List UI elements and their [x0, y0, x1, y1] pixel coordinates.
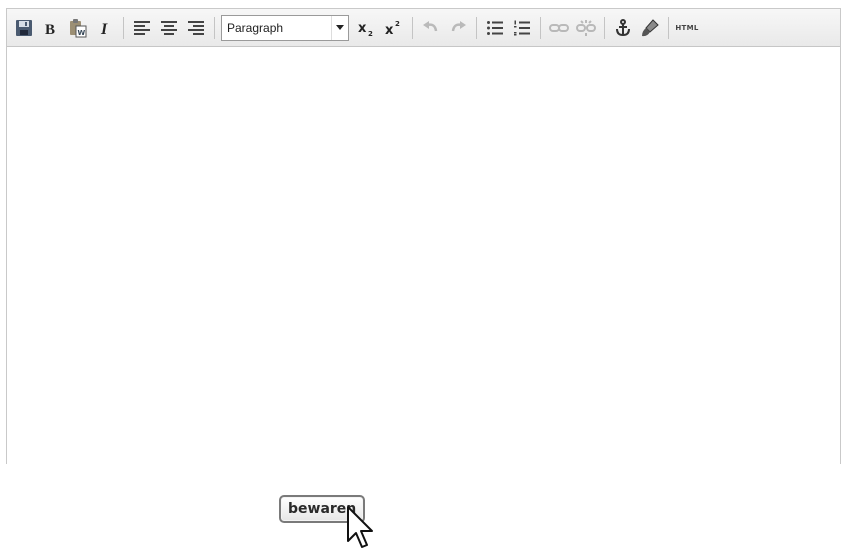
save-button[interactable]: bewaren — [279, 495, 366, 523]
toolbar-separator — [476, 16, 477, 39]
toolbar-separator — [123, 16, 124, 39]
align-left-icon[interactable] — [130, 16, 154, 40]
unlink-icon[interactable] — [574, 16, 598, 40]
cleanup-brush-icon[interactable] — [638, 16, 662, 40]
rich-text-editor: B W I Paragraph x2 x2 HTML — [6, 8, 841, 465]
svg-text:I: I — [100, 21, 108, 37]
undo-icon[interactable] — [419, 16, 443, 40]
link-icon[interactable] — [547, 16, 571, 40]
chevron-down-icon[interactable] — [331, 15, 348, 40]
superscript-icon[interactable]: x2 — [382, 16, 406, 40]
toolbar-separator — [540, 16, 541, 39]
numbered-list-icon[interactable] — [510, 16, 534, 40]
svg-text:2: 2 — [395, 20, 400, 28]
italic-icon[interactable]: I — [93, 16, 117, 40]
toolbar-separator — [412, 16, 413, 39]
align-right-icon[interactable] — [184, 16, 208, 40]
svg-text:W: W — [78, 29, 86, 37]
editor-toolbar: B W I Paragraph x2 x2 HTML — [7, 9, 840, 47]
toolbar-separator — [604, 16, 605, 39]
anchor-icon[interactable] — [611, 16, 635, 40]
svg-text:2: 2 — [368, 30, 373, 37]
svg-text:x: x — [358, 21, 367, 36]
format-select[interactable]: Paragraph — [221, 14, 349, 41]
paste-from-word-icon[interactable]: W — [66, 16, 90, 40]
save-icon[interactable] — [12, 16, 36, 40]
svg-text:B: B — [45, 22, 55, 37]
svg-text:x: x — [385, 23, 394, 37]
align-center-icon[interactable] — [157, 16, 181, 40]
bold-icon[interactable]: B — [39, 16, 63, 40]
save-button-label: bewaren — [288, 501, 357, 517]
editor-content-area[interactable] — [7, 47, 840, 465]
html-source-icon[interactable]: HTML — [675, 16, 699, 40]
redo-icon[interactable] — [446, 16, 470, 40]
subscript-icon[interactable]: x2 — [355, 16, 379, 40]
html-button-label: HTML — [675, 23, 699, 32]
format-select-value: Paragraph — [227, 20, 284, 35]
bullet-list-icon[interactable] — [483, 16, 507, 40]
toolbar-separator — [668, 16, 669, 39]
toolbar-separator — [214, 16, 215, 39]
